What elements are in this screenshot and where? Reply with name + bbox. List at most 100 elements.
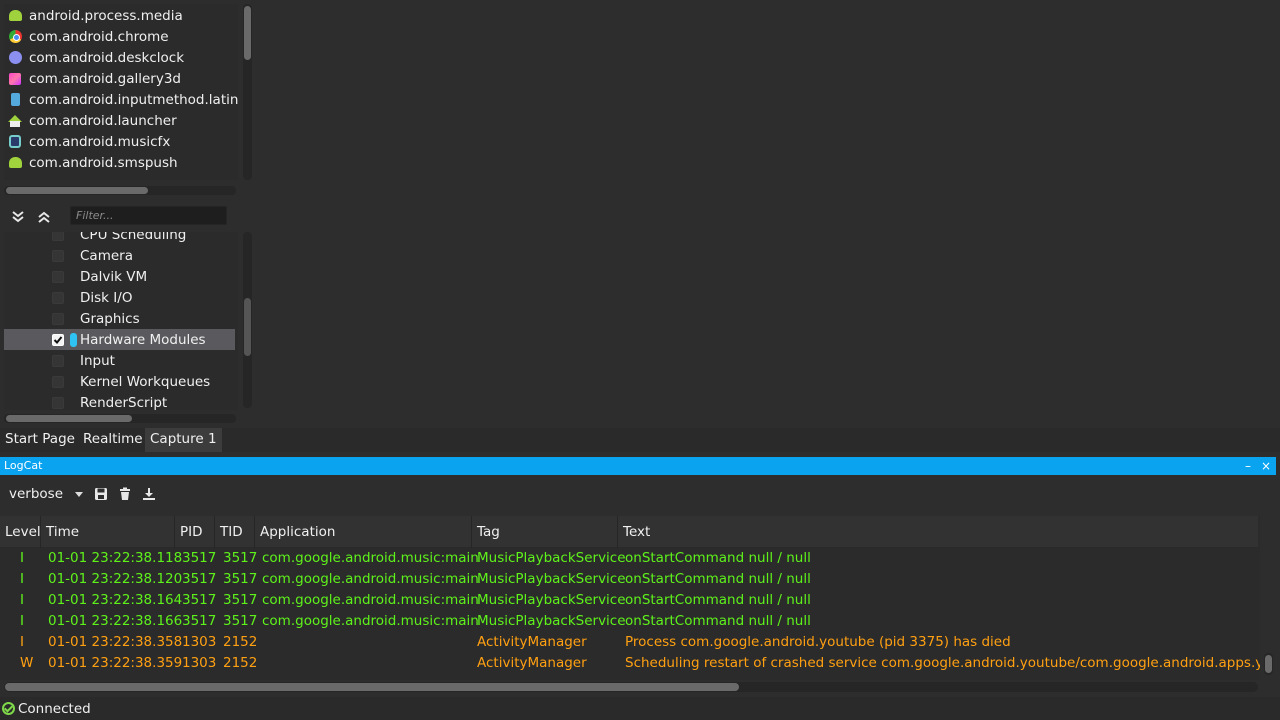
category-item[interactable]: Graphics [4, 308, 235, 329]
scroll-thumb[interactable] [6, 415, 132, 422]
process-item[interactable]: com.android.inputmethod.latin [4, 89, 238, 110]
log-row[interactable]: W 01-01 23:22:38.359 1303 2152 ActivityM… [0, 653, 1260, 674]
process-label: com.android.launcher [29, 112, 177, 129]
scroll-thumb[interactable] [244, 6, 251, 60]
clear-log-button[interactable] [117, 486, 133, 502]
category-checkbox[interactable] [52, 354, 64, 367]
process-item[interactable]: com.android.launcher [4, 110, 238, 131]
column-header-pid[interactable]: PID [175, 516, 215, 548]
log-pid: 1303 [182, 634, 217, 650]
column-header-tid[interactable]: TID [215, 516, 255, 548]
log-level: W [20, 655, 34, 671]
process-item[interactable]: com.android.deskclock [4, 47, 238, 68]
category-checkbox[interactable] [52, 312, 64, 325]
column-header-level[interactable]: Level [0, 516, 41, 548]
category-item[interactable]: Camera [4, 245, 235, 266]
category-checkbox[interactable] [52, 232, 64, 241]
log-application: com.google.android.music:main [262, 571, 479, 587]
category-checkbox[interactable] [52, 249, 64, 262]
log-tag: ActivityManager [477, 655, 587, 671]
collapse-all-icon [38, 211, 50, 223]
category-label: Hardware Modules [80, 331, 206, 348]
category-label: Camera [80, 247, 133, 264]
scroll-thumb[interactable] [244, 298, 251, 356]
category-checkbox[interactable] [52, 375, 64, 388]
log-row[interactable]: I 01-01 23:22:38.164 3517 3517 com.googl… [0, 590, 1258, 611]
close-button[interactable]: × [1259, 458, 1273, 474]
collapse-all-button[interactable] [34, 208, 54, 226]
column-header-tag[interactable]: Tag [472, 516, 618, 548]
log-table-header: Level Time PID TID Application Tag Text [0, 516, 1258, 548]
category-item-selected[interactable]: Hardware Modules [4, 329, 235, 350]
category-item[interactable]: RenderScript [4, 392, 235, 410]
scroll-thumb[interactable] [5, 683, 739, 691]
log-time: 01-01 23:22:38.118 [48, 550, 183, 566]
export-button[interactable] [141, 486, 157, 502]
save-button[interactable] [93, 486, 109, 502]
log-horizontal-scrollbar[interactable] [4, 682, 1258, 692]
category-item[interactable]: Dalvik VM [4, 266, 235, 287]
category-checkbox[interactable] [52, 270, 64, 283]
tab-realtime[interactable]: Realtime [78, 428, 148, 452]
log-application: com.google.android.music:main [262, 592, 479, 608]
log-pid: 3517 [182, 613, 217, 629]
log-level: I [20, 592, 24, 608]
scroll-thumb[interactable] [6, 187, 148, 194]
category-color-marker [70, 332, 77, 347]
category-item[interactable]: Disk I/O [4, 287, 235, 308]
category-list[interactable]: CPU Scheduling Camera Dalvik VM Disk I/O… [4, 232, 238, 410]
log-row[interactable]: I 01-01 23:22:38.166 3517 3517 com.googl… [0, 611, 1258, 632]
category-checkbox-checked[interactable] [52, 333, 64, 346]
log-tag: MusicPlaybackService [477, 592, 626, 608]
log-level: I [20, 613, 24, 629]
log-row[interactable]: I 01-01 23:22:38.118 3517 3517 com.googl… [0, 548, 1258, 569]
log-row[interactable]: I 01-01 23:22:38.120 3517 3517 com.googl… [0, 569, 1258, 590]
log-tag: MusicPlaybackService [477, 550, 626, 566]
launcher-icon [8, 114, 22, 128]
log-tag: MusicPlaybackService [477, 613, 626, 629]
log-vertical-scrollbar[interactable] [1264, 653, 1273, 675]
category-checkbox[interactable] [52, 396, 64, 409]
category-checkbox[interactable] [52, 291, 64, 304]
category-list-horizontal-scrollbar[interactable] [4, 414, 236, 423]
log-level-select[interactable]: verbose [3, 483, 87, 505]
process-list[interactable]: android.process.media com.android.chrome… [4, 4, 238, 180]
process-list-vertical-scrollbar[interactable] [243, 4, 252, 180]
minimize-button[interactable]: – [1241, 458, 1255, 474]
column-header-application[interactable]: Application [255, 516, 472, 548]
log-application: com.google.android.music:main [262, 550, 479, 566]
log-level: I [20, 634, 24, 650]
process-item[interactable]: com.android.chrome [4, 26, 238, 47]
category-item[interactable]: Input [4, 350, 235, 371]
log-level: I [20, 550, 24, 566]
category-label: Kernel Workqueues [80, 373, 211, 390]
log-table[interactable]: Level Time PID TID Application Tag Text … [0, 516, 1260, 680]
process-item[interactable]: com.android.musicfx [4, 131, 238, 152]
musicfx-icon [8, 135, 22, 149]
category-label: Input [80, 352, 115, 369]
expand-all-button[interactable] [8, 208, 28, 226]
log-text: onStartCommand null / null [625, 613, 811, 629]
process-item[interactable]: android.process.media [4, 5, 238, 26]
process-item[interactable]: com.android.smspush [4, 152, 238, 173]
scroll-thumb[interactable] [1265, 655, 1272, 673]
log-tid: 3517 [223, 592, 258, 608]
log-time: 01-01 23:22:38.359 [48, 655, 183, 671]
save-icon [95, 488, 107, 500]
log-tid: 3517 [223, 571, 258, 587]
process-item[interactable]: com.android.gallery3d [4, 68, 238, 89]
process-list-horizontal-scrollbar[interactable] [4, 186, 236, 195]
category-label: Dalvik VM [80, 268, 148, 285]
category-item[interactable]: Kernel Workqueues [4, 371, 235, 392]
category-list-vertical-scrollbar[interactable] [243, 232, 252, 408]
column-header-text[interactable]: Text [618, 516, 1258, 548]
log-time: 01-01 23:22:38.120 [48, 571, 183, 587]
trash-icon [120, 487, 130, 500]
column-header-time[interactable]: Time [41, 516, 175, 548]
category-item[interactable]: CPU Scheduling [4, 232, 235, 245]
log-row[interactable]: I 01-01 23:22:38.358 1303 2152 ActivityM… [0, 632, 1258, 653]
tab-capture-1[interactable]: Capture 1 [145, 428, 222, 452]
filter-input[interactable] [70, 206, 227, 225]
process-label: com.android.deskclock [29, 49, 185, 66]
tab-start-page[interactable]: Start Page [0, 428, 80, 452]
